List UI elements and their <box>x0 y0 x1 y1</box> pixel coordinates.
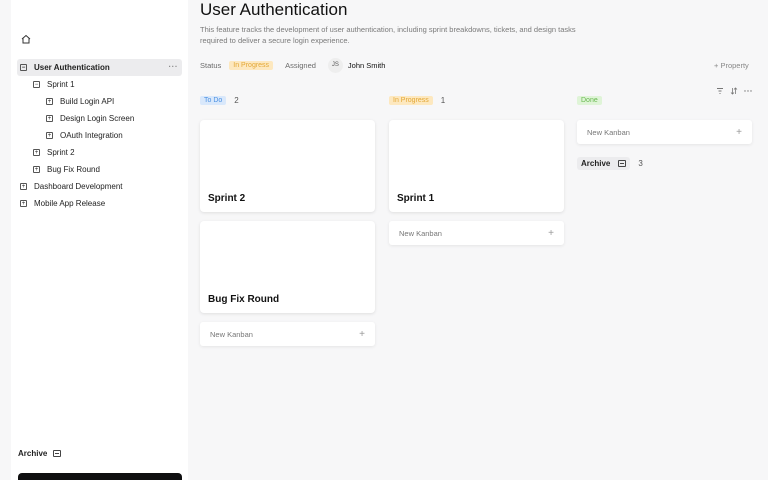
sidebar: − User Authentication ··· − Sprint 1 + Build L… <box>11 0 188 480</box>
sidebar-tree-label: User Authentication <box>34 63 110 72</box>
collapse-icon[interactable]: − <box>20 64 27 71</box>
add-property-button[interactable]: + Property <box>714 61 749 70</box>
expand-icon[interactable]: + <box>33 149 40 156</box>
sidebar-tree-item[interactable]: + Mobile App Release <box>17 195 182 212</box>
archive-icon <box>618 160 627 167</box>
expand-icon[interactable]: + <box>46 98 53 105</box>
sidebar-tree-item[interactable]: + Sprint 2 <box>17 144 182 161</box>
kanban-card[interactable]: Sprint 2 <box>200 120 375 212</box>
expand-icon[interactable]: + <box>46 115 53 122</box>
status-badge[interactable]: In Progress <box>229 60 274 70</box>
sidebar-tree-item[interactable]: + Build Login API <box>17 93 182 110</box>
archive-chip[interactable]: Archive <box>577 157 631 170</box>
page-description: This feature tracks the development of u… <box>200 25 576 45</box>
sidebar-tree-item[interactable]: + Design Login Screen <box>17 110 182 127</box>
expand-icon[interactable]: + <box>20 183 27 190</box>
card-title: Sprint 2 <box>208 193 246 204</box>
column-count-todo: 2 <box>234 96 239 105</box>
new-kanban-button-done[interactable]: New Kanban + <box>577 120 752 144</box>
sidebar-tree-label: Design Login Screen <box>60 114 135 123</box>
more-options-icon[interactable]: ··· <box>169 62 179 71</box>
archive-icon <box>53 450 62 457</box>
column-header-todo: To Do 2 <box>200 96 239 105</box>
sidebar-tree-label: OAuth Integration <box>60 131 123 140</box>
sidebar-tree-label: Dashboard Development <box>34 182 123 191</box>
kanban-card[interactable]: Sprint 1 <box>389 120 564 212</box>
expand-icon[interactable]: + <box>20 200 27 207</box>
sidebar-tree-label: Mobile App Release <box>34 199 106 208</box>
column-count-in-progress: 1 <box>440 96 446 105</box>
sidebar-tree-label: Sprint 1 <box>47 80 75 89</box>
expand-icon[interactable]: + <box>46 132 53 139</box>
sidebar-tree-item[interactable]: + Bug Fix Round <box>17 161 182 178</box>
sidebar-archive[interactable]: Archive <box>18 449 62 458</box>
column-name-in-progress[interactable]: In Progress <box>389 96 433 105</box>
archive-label: Archive <box>581 159 611 168</box>
new-kanban-label: New Kanban <box>587 127 630 137</box>
avatar[interactable]: JS <box>327 57 343 73</box>
board-toolbar <box>716 87 752 95</box>
new-kanban-button-in-progress[interactable]: New Kanban + <box>389 221 564 245</box>
kanban-card[interactable]: Bug Fix Round <box>200 221 375 313</box>
more-icon[interactable] <box>744 87 752 95</box>
sidebar-tree-item[interactable]: − Sprint 1 <box>17 76 182 93</box>
sort-icon[interactable] <box>730 87 738 95</box>
column-header-in-progress: In Progress 1 <box>389 96 445 105</box>
page-title: User Authentication <box>200 0 348 19</box>
column-name-todo[interactable]: To Do <box>200 96 227 105</box>
card-title: Bug Fix Round <box>208 294 280 305</box>
plus-icon: + <box>359 328 365 340</box>
new-kanban-label: New Kanban <box>210 329 253 339</box>
sidebar-tree-label: Build Login API <box>60 97 115 106</box>
page-tree: − User Authentication ··· − Sprint 1 + Build L… <box>17 59 182 212</box>
plus-icon: + <box>736 126 742 138</box>
home-icon[interactable] <box>20 33 32 45</box>
sidebar-archive-label: Archive <box>18 449 48 458</box>
assigned-label: Assigned <box>285 60 316 70</box>
assignee-name[interactable]: John Smith <box>348 61 386 70</box>
status-label: Status <box>200 60 222 70</box>
archive-count: 3 <box>638 159 643 168</box>
new-kanban-button-todo[interactable]: New Kanban + <box>200 322 375 346</box>
sidebar-bottom-button[interactable] <box>18 473 182 480</box>
column-header-done: Done <box>577 96 602 105</box>
sidebar-tree-label: Bug Fix Round <box>47 165 100 174</box>
card-title: Sprint 1 <box>397 193 435 204</box>
sidebar-tree-label: Sprint 2 <box>47 148 75 157</box>
sidebar-tree-item[interactable]: + Dashboard Development <box>17 178 182 195</box>
collapse-icon[interactable]: − <box>33 81 40 88</box>
plus-icon: + <box>548 227 554 239</box>
filter-icon[interactable] <box>716 87 724 95</box>
column-name-done[interactable]: Done <box>577 96 602 105</box>
property-bar: Status In Progress Assigned JS John Smit… <box>200 57 386 73</box>
new-kanban-label: New Kanban <box>399 228 442 238</box>
done-archive[interactable]: Archive 3 <box>577 157 643 170</box>
expand-icon[interactable]: + <box>33 166 40 173</box>
sidebar-tree-item[interactable]: − User Authentication ··· <box>17 59 182 76</box>
sidebar-tree-item[interactable]: + OAuth Integration <box>17 127 182 144</box>
